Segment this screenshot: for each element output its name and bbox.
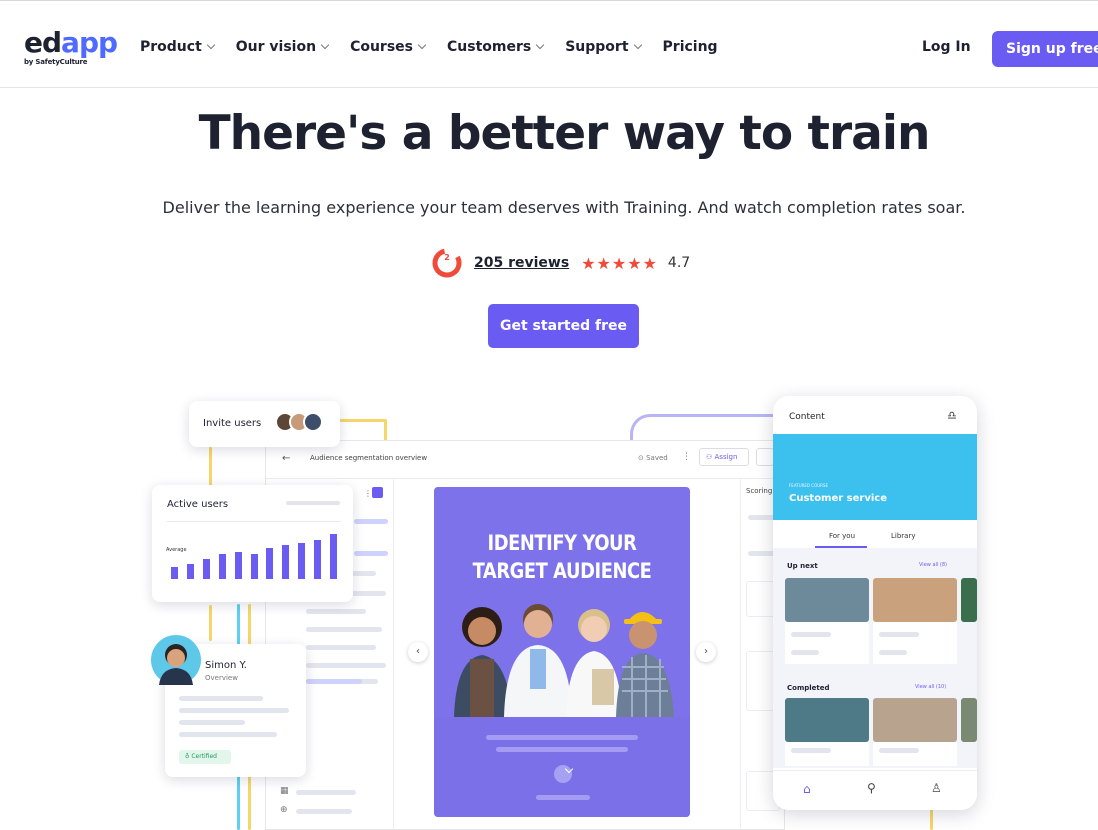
connector-line: [384, 419, 387, 441]
chart-bar: [250, 554, 258, 579]
star-rating-icon: ★★★★★: [581, 253, 658, 273]
bell-icon[interactable]: ♎: [947, 409, 957, 422]
svg-text:2: 2: [444, 253, 450, 262]
invite-users-card[interactable]: Invite users: [189, 401, 340, 447]
edapp-logo[interactable]: edapp by SafetyCulture: [24, 26, 118, 67]
chart-bar: [297, 543, 305, 579]
assign-button[interactable]: ⚇ Assign: [699, 448, 749, 466]
chart-bar: [329, 534, 337, 579]
course-thumbnail[interactable]: [961, 698, 977, 742]
chevron-down-icon: [535, 40, 545, 50]
logo-wordmark: edapp: [24, 26, 118, 59]
main-menu: Product Our vision Courses Customers Sup…: [140, 39, 740, 55]
featured-course-banner[interactable]: FEATURED COURSE Customer service: [773, 434, 977, 520]
promo-card: IDENTIFY YOUR TARGET AUDIENCE: [434, 487, 690, 817]
chart-bar: [266, 548, 274, 579]
connector-line: [334, 419, 386, 422]
course-thumbnail[interactable]: [785, 698, 869, 742]
chevron-down-icon: [633, 40, 642, 50]
chart-bar: [218, 554, 226, 579]
login-link[interactable]: Log In: [922, 39, 971, 55]
user-icon[interactable]: ♙: [931, 781, 942, 795]
up-next-view-all-link[interactable]: View all (8): [919, 562, 947, 568]
team-photo-illustration: [454, 604, 674, 717]
dashboard-title: Audience segmentation overview: [310, 454, 428, 462]
completed-view-all-link[interactable]: View all (10): [915, 684, 946, 690]
profile-photo-illustration: [159, 644, 193, 685]
connector-line: [209, 605, 212, 641]
hero-subtitle: Deliver the learning experience your tea…: [162, 198, 966, 217]
chevron-down-icon: [417, 40, 427, 50]
globe-icon[interactable]: ⊕: [280, 805, 288, 815]
nav-customers[interactable]: Customers: [447, 39, 545, 55]
reviews-link[interactable]: 205 reviews: [474, 255, 569, 271]
nav-courses[interactable]: Courses: [350, 39, 427, 55]
chart-bar: [313, 540, 321, 579]
more-options-icon[interactable]: ⋮: [682, 452, 691, 462]
chart-bar: [171, 566, 179, 579]
promo-title: IDENTIFY YOUR TARGET AUDIENCE: [472, 531, 652, 583]
featured-title: Customer service: [789, 493, 887, 504]
active-users-title: Active users: [167, 499, 229, 510]
rating-score: 4.7: [667, 255, 691, 271]
review-rating: 2 205 reviews ★★★★★ 4.7: [432, 248, 690, 278]
calendar-icon[interactable]: [756, 448, 774, 466]
carousel-next-button[interactable]: ›: [696, 642, 716, 662]
back-arrow-icon[interactable]: ←: [282, 453, 290, 464]
mobile-app-preview: Content ♎ FEATURED COURSE Customer servi…: [773, 396, 977, 810]
nav-support[interactable]: Support: [565, 39, 642, 55]
saved-indicator: ⊙ Saved: [638, 454, 668, 462]
course-thumbnail[interactable]: [873, 578, 957, 622]
grid-icon[interactable]: ▦: [280, 786, 289, 796]
up-next-heading: Up next: [787, 562, 818, 570]
certified-badge: ♁ Certified: [179, 750, 231, 764]
phone-header: Content: [789, 412, 825, 422]
chevron-down-icon[interactable]: [554, 764, 574, 783]
search-icon[interactable]: ⚲: [867, 781, 876, 795]
completed-heading: Completed: [787, 684, 830, 692]
active-users-card: Active users Average: [152, 485, 353, 602]
chevron-down-icon: [206, 40, 216, 50]
avatar: [151, 635, 201, 685]
chevron-down-icon: [320, 40, 330, 50]
course-thumbnail[interactable]: [961, 578, 977, 622]
nav-our-vision[interactable]: Our vision: [236, 39, 330, 55]
add-icon[interactable]: [372, 487, 383, 498]
tab-library[interactable]: Library: [891, 532, 915, 540]
tab-for-you[interactable]: For you: [829, 532, 855, 540]
active-users-bar-chart: [167, 529, 341, 579]
course-thumbnail[interactable]: [873, 698, 957, 742]
scoring-label: Scoring: [746, 487, 773, 495]
nav-product[interactable]: Product: [140, 39, 216, 55]
chart-bar: [187, 564, 195, 579]
get-started-button[interactable]: Get started free: [488, 304, 639, 348]
signup-button[interactable]: Sign up free: [992, 31, 1098, 67]
carousel-prev-button[interactable]: ‹: [408, 642, 428, 662]
hero-title: There's a better way to train: [198, 106, 931, 161]
more-options-icon[interactable]: ⋮: [364, 489, 372, 498]
home-icon[interactable]: ⌂: [803, 782, 811, 796]
logo-tagline: by SafetyCulture: [24, 58, 88, 66]
chart-bar: [282, 545, 290, 579]
chart-bar: [203, 559, 211, 579]
chart-bar: [234, 551, 242, 579]
profile-subtitle: Overview: [205, 674, 238, 682]
profile-name: Simon Y.: [205, 660, 247, 671]
nav-pricing[interactable]: Pricing: [663, 39, 718, 55]
g2-logo-icon: 2: [432, 248, 462, 278]
course-thumbnail[interactable]: [785, 578, 869, 622]
avatar: [303, 412, 323, 432]
invite-users-label: Invite users: [203, 418, 262, 429]
connector-line: [209, 447, 212, 487]
top-nav: edapp by SafetyCulture Product Our visio…: [0, 0, 1098, 88]
featured-tag: FEATURED COURSE: [789, 483, 828, 488]
